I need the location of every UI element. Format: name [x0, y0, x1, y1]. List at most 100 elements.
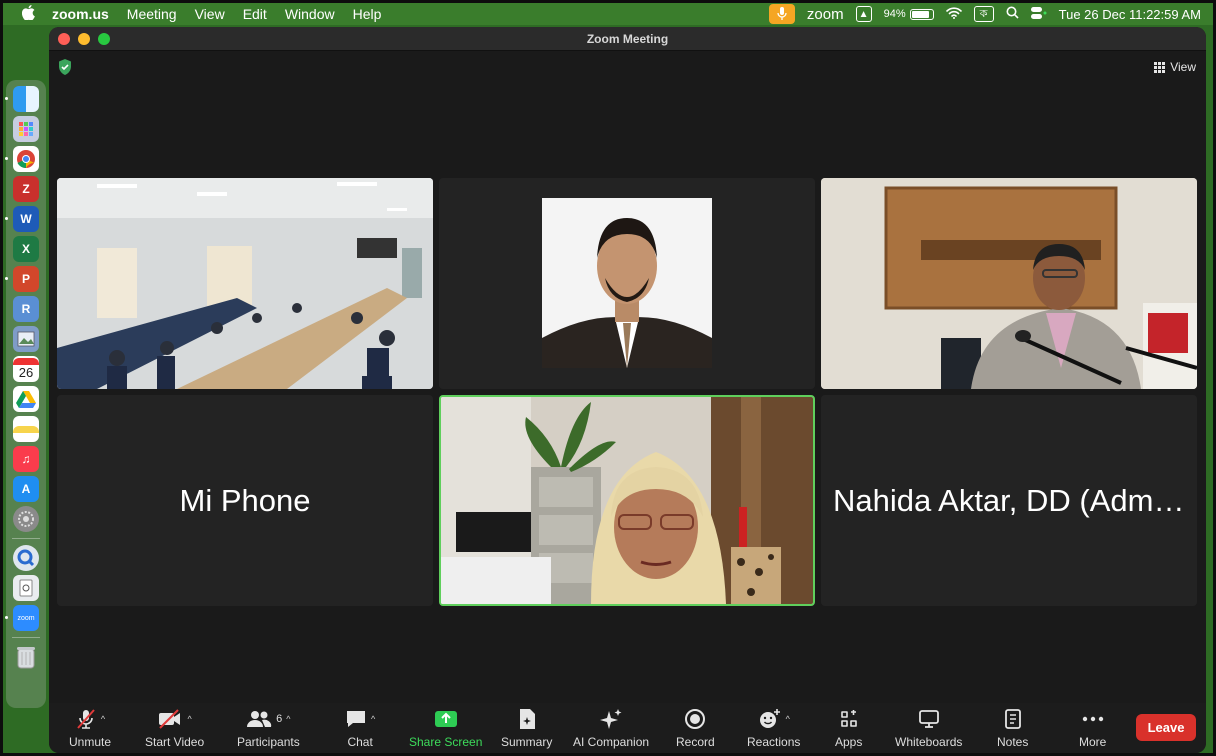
mic-in-use-icon[interactable] [768, 4, 795, 24]
menu-view[interactable]: View [186, 6, 234, 22]
excel-icon[interactable]: X [13, 236, 39, 262]
settings-icon[interactable] [13, 506, 39, 532]
window-controls [58, 32, 110, 45]
calendar-icon[interactable]: 26 [13, 356, 39, 382]
ai-companion-label: AI Companion [573, 735, 650, 749]
view-layout-button[interactable]: View [1154, 60, 1196, 74]
menu-help[interactable]: Help [344, 6, 391, 22]
chat-label: Chat [347, 735, 373, 749]
participants-caret-icon[interactable]: ^ [286, 714, 290, 724]
menu-bar: zoom.us Meeting View Edit Window Help zo… [3, 3, 1213, 25]
audio-options-caret-icon[interactable]: ^ [101, 714, 105, 724]
appstore-icon[interactable]: A [13, 476, 39, 502]
notes-icon[interactable] [13, 416, 39, 442]
preview-icon[interactable] [13, 326, 39, 352]
muted-microphone-icon [77, 709, 95, 729]
window-title: Zoom Meeting [586, 31, 669, 46]
drive-icon[interactable] [13, 386, 39, 412]
finder-icon[interactable] [5, 86, 39, 112]
chrome-icon[interactable] [5, 146, 39, 172]
window-titlebar: Zoom Meeting [49, 27, 1206, 51]
leave-meeting-button[interactable]: Leave [1136, 714, 1196, 741]
menu-meeting[interactable]: Meeting [118, 6, 186, 22]
share-screen-button[interactable]: Share Screen [409, 707, 482, 749]
battery-icon [909, 8, 934, 20]
battery-status[interactable]: 94% [884, 8, 934, 20]
record-label: Record [676, 735, 715, 749]
reactions-caret-icon[interactable]: ^ [786, 714, 790, 724]
preview-document-icon[interactable] [13, 575, 39, 601]
participant-name: Mi Phone [179, 482, 311, 518]
unmute-label: Unmute [69, 735, 112, 749]
control-center-icon[interactable] [1030, 6, 1047, 22]
apps-label: Apps [835, 735, 863, 749]
meeting-toolbar: ^ Unmute ^ Start Video 6 ^ Participants … [49, 703, 1206, 753]
video-tile-nahida[interactable]: Nahida Aktar, DD (Admi... [821, 395, 1197, 606]
start-video-button[interactable]: ^ Start Video [145, 707, 204, 749]
notes-label: Notes [997, 735, 1029, 749]
notes-button[interactable]: Notes [997, 707, 1028, 749]
whiteboard-icon [918, 710, 939, 728]
ai-companion-sparkle-icon [600, 709, 622, 729]
chat-caret-icon[interactable]: ^ [371, 714, 375, 724]
dock: Z W X P R 26 ♫ A zoom [5, 80, 46, 708]
summary-button[interactable]: Summary [501, 707, 552, 749]
video-tile-speaker-room[interactable] [821, 178, 1197, 389]
video-tile-active-speaker[interactable] [439, 395, 815, 606]
chat-icon [347, 711, 365, 727]
zotero-icon[interactable]: Z [13, 176, 39, 202]
quicktime-icon[interactable] [13, 545, 39, 571]
participants-button[interactable]: 6 ^ Participants [237, 707, 300, 749]
powerpoint-icon[interactable]: P [5, 266, 39, 292]
apps-button[interactable]: Apps [835, 707, 862, 749]
word-icon[interactable]: W [5, 206, 39, 232]
ai-companion-button[interactable]: AI Companion [573, 707, 649, 749]
whiteboards-button[interactable]: Whiteboards [895, 707, 962, 749]
apple-menu-icon[interactable] [13, 4, 43, 24]
menu-window[interactable]: Window [276, 6, 344, 22]
unmute-button[interactable]: ^ Unmute [69, 707, 111, 749]
more-label: More [1079, 735, 1107, 749]
r-icon[interactable]: R [13, 296, 39, 322]
keyboard-input-icon[interactable]: ক [973, 6, 994, 22]
reactions-emoji-icon [759, 709, 780, 728]
summary-label: Summary [501, 735, 553, 749]
encryption-shield-icon[interactable] [58, 59, 72, 75]
menu-edit[interactable]: Edit [234, 6, 276, 22]
fullscreen-window-button[interactable] [98, 32, 110, 45]
minimize-window-button[interactable] [78, 32, 90, 45]
speaker-room-video [821, 178, 1197, 389]
reactions-button[interactable]: ^ Reactions [747, 707, 800, 749]
record-button[interactable]: Record [676, 707, 715, 749]
video-off-icon [159, 709, 181, 729]
zoom-status-label[interactable]: zoom [807, 6, 844, 23]
launchpad-icon[interactable] [13, 116, 39, 142]
participant-name-tile: Nahida Aktar, DD (Admi... [821, 395, 1197, 606]
reactions-label: Reactions [747, 735, 801, 749]
chat-button[interactable]: ^ Chat [345, 707, 375, 749]
menubar-datetime[interactable]: Tue 26 Dec 11:22:59 AM [1059, 7, 1201, 22]
video-tile-profile-photo[interactable] [439, 178, 815, 389]
zoom-meeting-window: Zoom Meeting View Mi Phone Nahida Aktar,… [49, 27, 1206, 753]
video-tile-mi-phone[interactable]: Mi Phone [57, 395, 433, 606]
wifi-icon[interactable] [945, 6, 962, 22]
spotlight-search-icon[interactable] [1006, 6, 1019, 22]
participants-icon [247, 711, 272, 727]
whiteboards-label: Whiteboards [895, 735, 963, 749]
video-tile-conference-room[interactable] [57, 178, 433, 389]
participants-count: 6 [276, 713, 283, 725]
summary-icon [519, 709, 535, 729]
zoom-icon[interactable]: zoom [5, 605, 39, 631]
grid-icon [1154, 61, 1166, 73]
trash-icon[interactable] [13, 644, 39, 670]
close-window-button[interactable] [58, 32, 70, 45]
video-options-caret-icon[interactable]: ^ [187, 714, 191, 724]
share-screen-icon [434, 711, 457, 727]
dock-separator [12, 538, 40, 539]
music-icon[interactable]: ♫ [13, 446, 39, 472]
more-button[interactable]: More [1079, 707, 1106, 749]
menu-app-name[interactable]: zoom.us [43, 6, 118, 22]
screen-share-status-icon[interactable]: ▲ [855, 6, 872, 22]
share-screen-label: Share Screen [409, 735, 483, 749]
record-icon [685, 709, 706, 729]
